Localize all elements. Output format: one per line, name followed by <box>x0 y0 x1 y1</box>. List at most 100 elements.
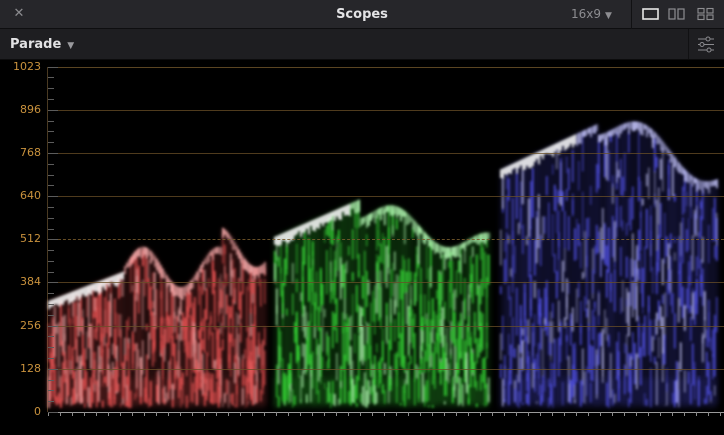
x-tick <box>108 412 109 416</box>
x-tick <box>684 412 685 416</box>
x-tick <box>720 412 721 416</box>
x-tick <box>516 412 517 416</box>
x-tick <box>612 412 613 416</box>
x-tick <box>552 412 553 416</box>
x-tick <box>372 412 373 416</box>
x-tick <box>144 412 145 416</box>
x-tick <box>228 412 229 416</box>
x-axis <box>48 412 724 413</box>
x-tick <box>528 412 529 416</box>
x-tick <box>432 412 433 416</box>
reference-line <box>48 239 724 240</box>
y-tick <box>48 175 54 176</box>
x-tick <box>324 412 325 416</box>
x-tick <box>420 412 421 416</box>
x-tick <box>456 412 457 416</box>
x-tick <box>300 412 301 416</box>
x-tick <box>564 412 565 416</box>
gridline <box>48 67 724 68</box>
y-tick <box>48 207 54 208</box>
x-tick <box>708 412 709 416</box>
blue-channel-waveform <box>500 121 718 408</box>
scope-toolbar: Parade ▼ <box>0 29 724 60</box>
y-tick <box>48 336 54 337</box>
y-tick <box>48 77 54 78</box>
x-tick <box>504 412 505 416</box>
x-tick <box>408 412 409 416</box>
x-tick <box>480 412 481 416</box>
x-tick <box>636 412 637 416</box>
y-axis-label: 640 <box>20 189 41 203</box>
x-tick <box>216 412 217 416</box>
x-tick <box>204 412 205 416</box>
gridline <box>48 282 724 283</box>
y-tick <box>48 326 58 327</box>
x-tick <box>60 412 61 416</box>
y-axis-label: 384 <box>20 275 41 289</box>
x-tick <box>276 412 277 416</box>
x-tick <box>660 412 661 416</box>
y-tick <box>48 67 58 68</box>
y-tick <box>48 369 58 370</box>
x-tick <box>288 412 289 416</box>
x-tick <box>264 412 265 416</box>
y-tick <box>48 250 54 251</box>
y-axis-label: 128 <box>20 361 41 375</box>
y-tick <box>48 315 54 316</box>
y-tick <box>48 390 54 391</box>
x-tick <box>168 412 169 416</box>
gridline <box>48 196 724 197</box>
chevron-down-icon: ▼ <box>605 11 612 21</box>
y-tick <box>48 412 58 413</box>
quad-view-icon[interactable] <box>697 7 714 21</box>
y-tick <box>48 282 58 283</box>
x-tick <box>336 412 337 416</box>
aspect-ratio-dropdown[interactable]: 16x9 ▼ <box>571 7 612 21</box>
x-tick <box>576 412 577 416</box>
y-tick <box>48 304 54 305</box>
gridline <box>48 153 724 154</box>
y-tick <box>48 99 54 100</box>
y-tick <box>48 121 54 122</box>
sliders-icon[interactable] <box>697 36 715 53</box>
y-tick <box>48 239 58 240</box>
gridline <box>48 369 724 370</box>
x-tick <box>696 412 697 416</box>
y-tick <box>48 164 54 165</box>
gridline <box>48 110 724 111</box>
x-tick <box>84 412 85 416</box>
close-icon[interactable]: ✕ <box>10 5 28 23</box>
y-tick <box>48 293 54 294</box>
scope-type-dropdown[interactable]: Parade ▼ <box>10 37 74 52</box>
y-tick <box>48 153 58 154</box>
chevron-down-icon: ▼ <box>67 41 75 51</box>
y-axis-label: 896 <box>20 102 41 116</box>
scope-type-value: Parade <box>10 37 62 52</box>
y-tick <box>48 218 54 219</box>
x-tick <box>252 412 253 416</box>
y-tick <box>48 272 54 273</box>
y-tick <box>48 358 54 359</box>
y-tick <box>48 110 58 111</box>
y-tick <box>48 88 54 89</box>
single-view-icon[interactable] <box>642 7 659 21</box>
x-tick <box>396 412 397 416</box>
y-tick <box>48 196 58 197</box>
dual-view-icon[interactable] <box>668 7 685 21</box>
x-tick <box>624 412 625 416</box>
y-tick <box>48 185 54 186</box>
gridline <box>48 326 724 327</box>
green-channel-waveform <box>274 199 490 408</box>
divider <box>688 29 689 59</box>
x-tick <box>588 412 589 416</box>
x-tick <box>360 412 361 416</box>
y-tick <box>48 142 54 143</box>
x-tick <box>156 412 157 416</box>
x-tick <box>444 412 445 416</box>
y-tick <box>48 401 54 402</box>
x-tick <box>492 412 493 416</box>
red-channel-waveform <box>48 227 266 408</box>
x-tick <box>384 412 385 416</box>
y-tick <box>48 347 54 348</box>
x-tick <box>648 412 649 416</box>
